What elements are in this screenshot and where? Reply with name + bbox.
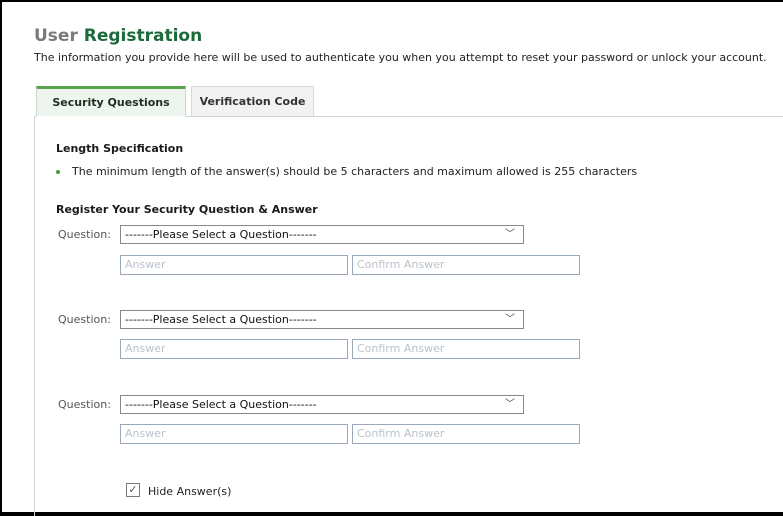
question-1-select-value: -------Please Select a Question-------: [125, 228, 317, 241]
confirm-answer-2-input[interactable]: Confirm Answer: [352, 339, 580, 359]
confirm-answer-1-input[interactable]: Confirm Answer: [352, 255, 580, 275]
tab-security-questions[interactable]: Security Questions: [36, 86, 186, 117]
length-spec-rule: The minimum length of the answer(s) shou…: [56, 165, 637, 178]
question-2-select[interactable]: -------Please Select a Question------- ﹀: [120, 310, 524, 329]
answer-2-input[interactable]: Answer: [120, 339, 348, 359]
question-1-label: Question:: [58, 228, 111, 241]
question-1-select[interactable]: -------Please Select a Question------- ﹀: [120, 225, 524, 244]
question-3-select-value: -------Please Select a Question-------: [125, 398, 317, 411]
confirm-answer-3-input[interactable]: Confirm Answer: [352, 424, 580, 444]
question-2-label: Question:: [58, 313, 111, 326]
page-title: User Registration: [34, 26, 202, 46]
hide-answers-checkbox[interactable]: ✓: [126, 483, 140, 497]
check-icon: ✓: [128, 483, 138, 496]
question-3-label: Question:: [58, 398, 111, 411]
tab-verification-code[interactable]: Verification Code: [191, 86, 314, 116]
question-3-select[interactable]: -------Please Select a Question------- ﹀: [120, 395, 524, 414]
length-spec-heading: Length Specification: [56, 142, 184, 155]
title-prefix: User: [34, 26, 78, 46]
chevron-down-icon: ﹀: [505, 229, 515, 240]
hide-answers-label: Hide Answer(s): [148, 485, 232, 498]
title-accent: Registration: [83, 26, 203, 46]
registration-page: User Registration The information you pr…: [2, 0, 783, 516]
length-spec-rule-text: The minimum length of the answer(s) shou…: [72, 165, 638, 178]
chevron-down-icon: ﹀: [505, 399, 515, 410]
chevron-down-icon: ﹀: [505, 314, 515, 325]
answer-3-input[interactable]: Answer: [120, 424, 348, 444]
bullet-icon: [56, 169, 60, 174]
page-subtitle: The information you provide here will be…: [34, 51, 767, 64]
answer-1-input[interactable]: Answer: [120, 255, 348, 275]
register-heading: Register Your Security Question & Answer: [56, 203, 318, 216]
question-2-select-value: -------Please Select a Question-------: [125, 313, 317, 326]
